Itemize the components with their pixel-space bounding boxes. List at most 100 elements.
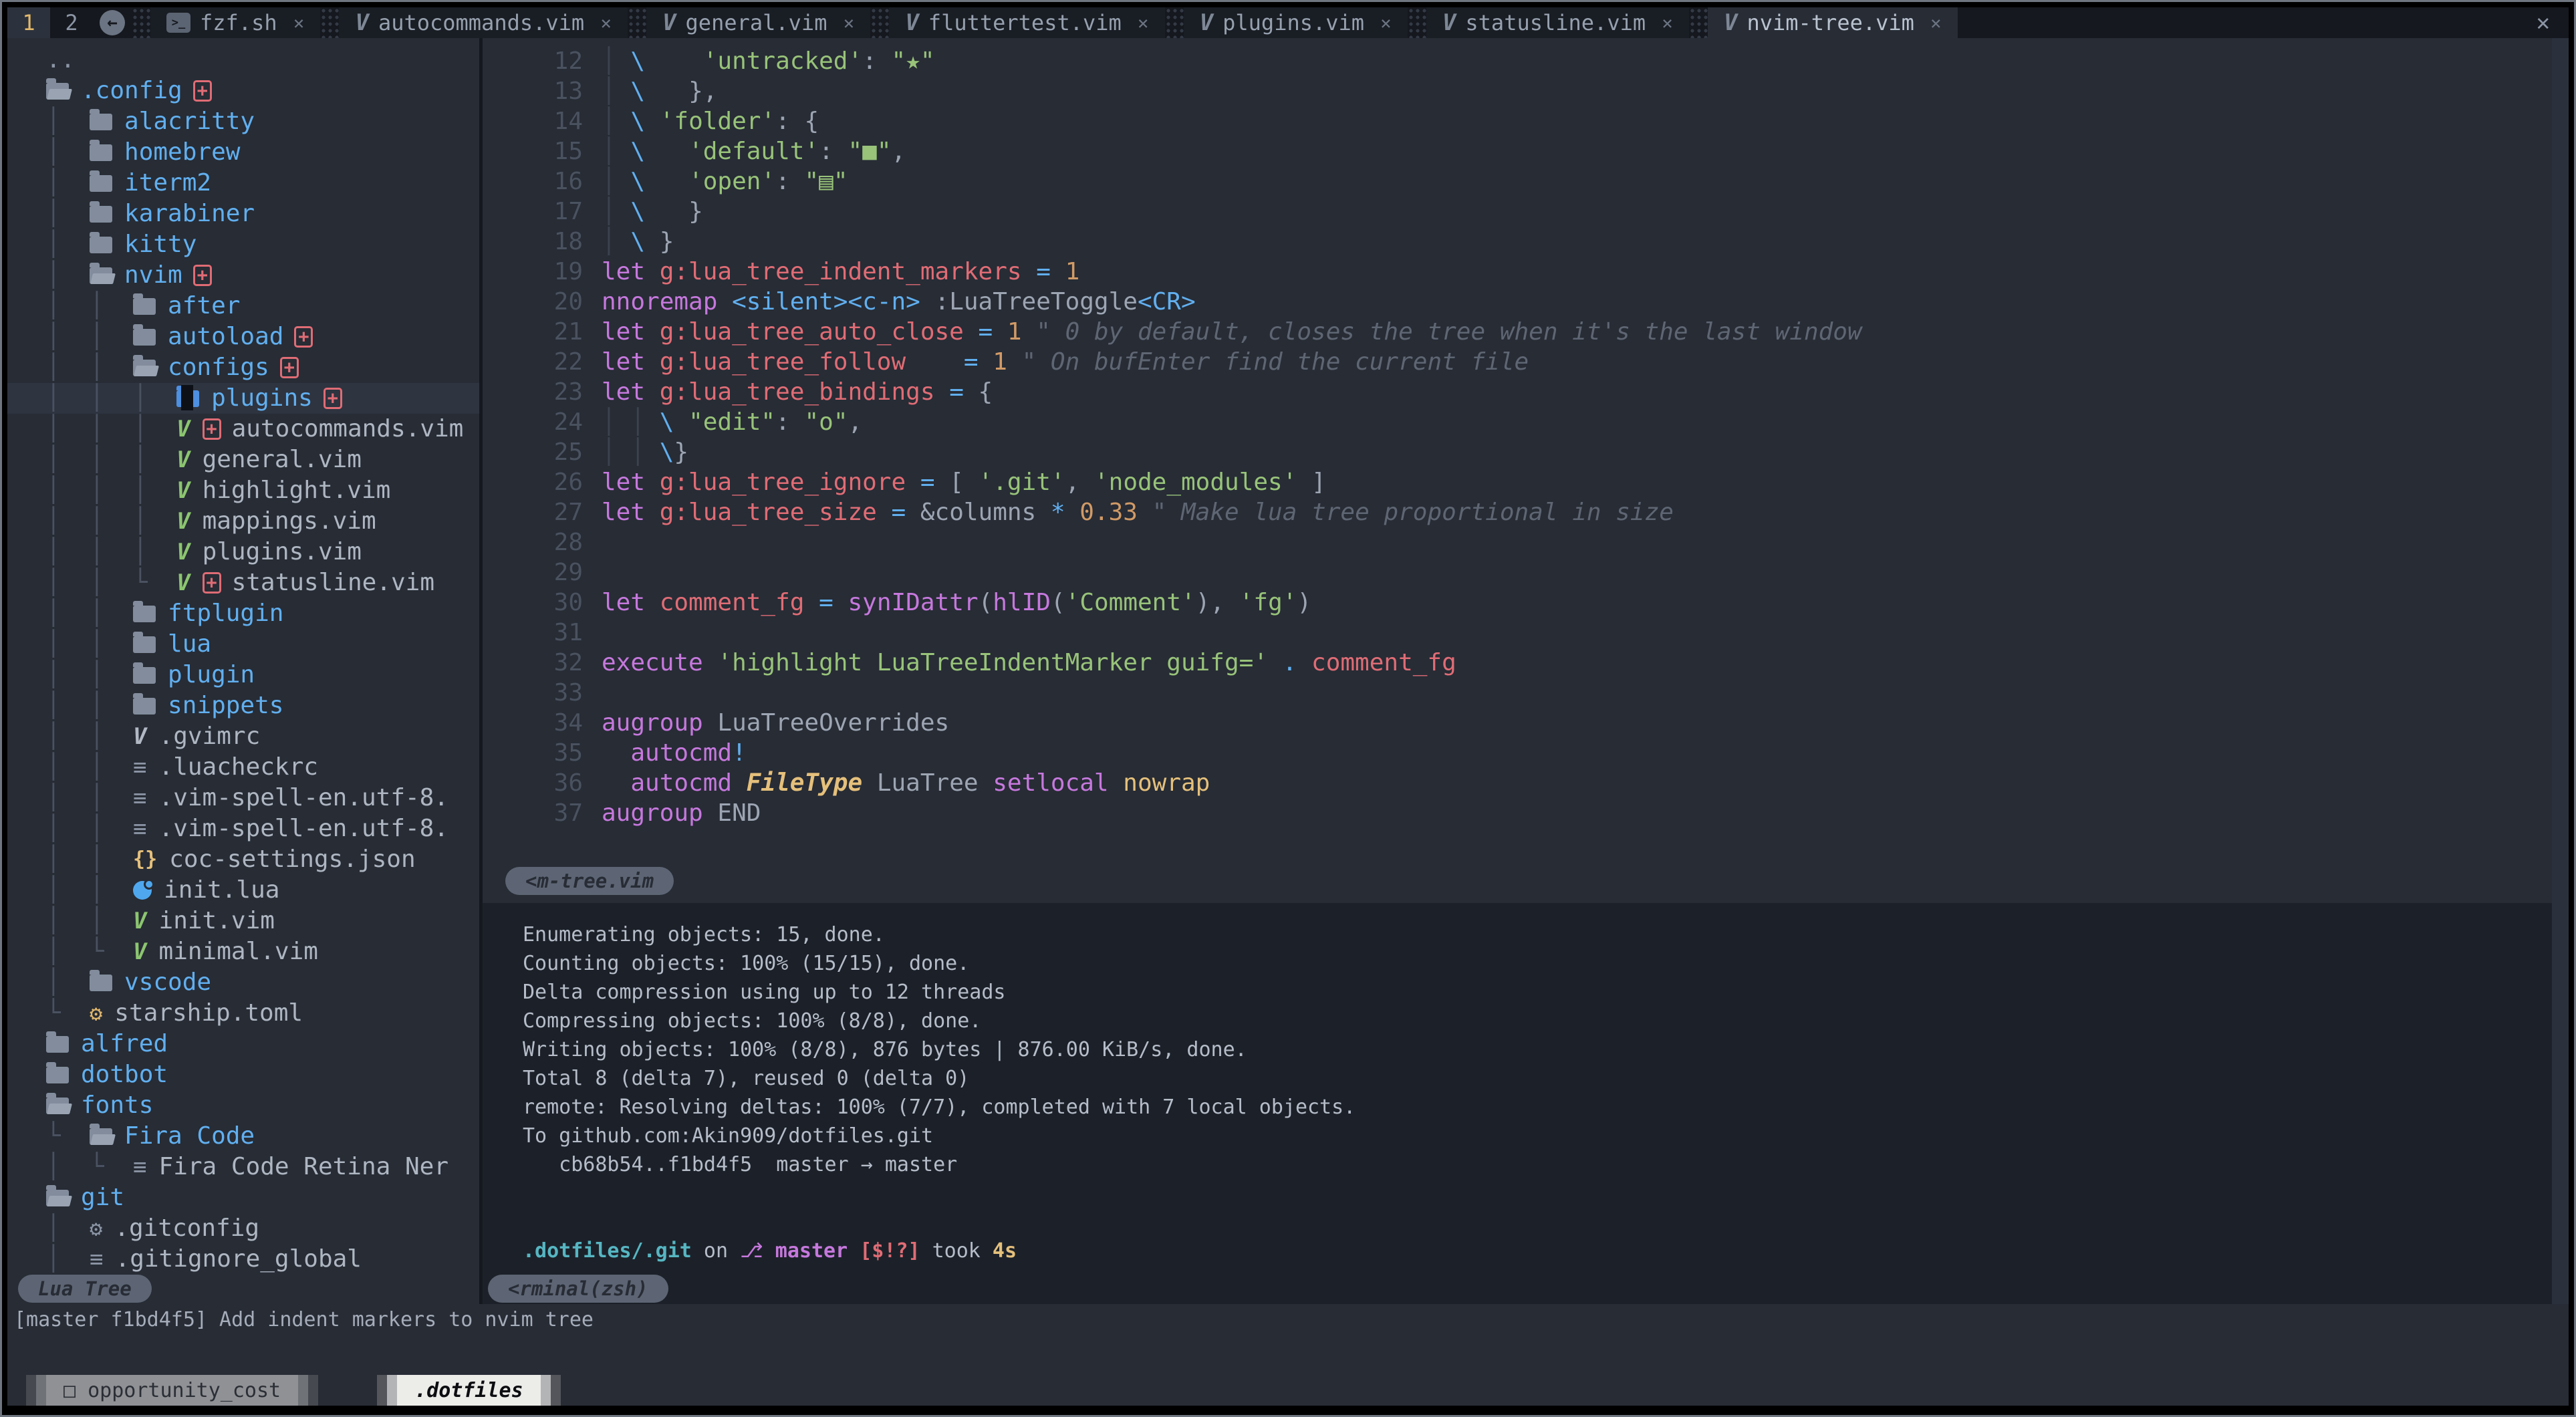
session-indicator-2[interactable]: 2 xyxy=(50,7,93,38)
code-line: 29 xyxy=(483,557,2552,588)
tree-indent-guides: │ │ └ xyxy=(46,567,176,598)
tree-item-highlight.vim[interactable]: │ │ │ Vhighlight.vim xyxy=(7,475,479,506)
code-editor[interactable]: 12│ \ 'untracked': "★"13│ \ },14│ \ 'fol… xyxy=(483,38,2552,882)
scrollbar-gutter[interactable] xyxy=(2552,38,2569,1304)
tree-item-.gvimrc[interactable]: │ │ V.gvimrc xyxy=(7,721,479,752)
tab-fzf.sh[interactable]: >_fzf.sh× xyxy=(150,7,320,38)
tree-item-coc-settings.json[interactable]: │ │ {}coc-settings.json xyxy=(7,844,479,875)
git-unstaged-icon: + xyxy=(203,418,221,440)
tmux-window-label: .dotfiles xyxy=(397,1375,541,1406)
config-file-icon: ⚙ xyxy=(90,1213,102,1244)
tree-item-general.vim[interactable]: │ │ │ Vgeneral.vim xyxy=(7,444,479,475)
tree-indent-guides: │ │ xyxy=(46,844,133,875)
tree-item-plugins.vim[interactable]: │ │ │ Vplugins.vim xyxy=(7,537,479,567)
code-line: 28 xyxy=(483,527,2552,557)
tree-item-vscode[interactable]: │ vscode xyxy=(7,967,479,998)
tree-item-init.lua[interactable]: │ │ init.lua xyxy=(7,875,479,906)
editor-column: 12│ \ 'untracked': "★"13│ \ },14│ \ 'fol… xyxy=(483,38,2552,1304)
tab-close-icon[interactable]: × xyxy=(600,12,612,34)
tree-item-nvim[interactable]: │ nvim+ xyxy=(7,260,479,291)
tree-indent-guides: │ │ xyxy=(46,321,133,352)
tree-item-..[interactable]: .. xyxy=(7,45,479,76)
folder-icon xyxy=(133,606,156,622)
tree-item-.config[interactable]: .config+ xyxy=(7,76,479,106)
code-line: 20nnoremap <silent><c-n> :LuaTreeToggle<… xyxy=(483,287,2552,317)
tree-item-starship.toml[interactable]: └ ⚙starship.toml xyxy=(7,998,479,1029)
tab-close-icon[interactable]: × xyxy=(293,12,305,34)
tab-close-icon[interactable]: × xyxy=(1380,12,1392,34)
code-line: 31 xyxy=(483,618,2552,648)
tree-item-git[interactable]: git xyxy=(7,1182,479,1213)
tree-item-label: init.lua xyxy=(164,875,279,906)
tree-indent-guides: │ xyxy=(46,229,90,260)
tree-item-Fira Code Retina Ner[interactable]: │ └ ≡Fira Code Retina Ner xyxy=(7,1152,479,1182)
tab-close-icon[interactable]: × xyxy=(1662,12,1673,34)
line-number: 17 xyxy=(483,197,602,227)
tab-close-icon[interactable]: × xyxy=(1138,12,1149,34)
tab-general.vim[interactable]: Vgeneral.vim× xyxy=(646,7,870,38)
tmux-window--dotfiles[interactable]: .dotfiles xyxy=(377,1375,561,1406)
code-line: 18│ \ } xyxy=(483,227,2552,257)
tree-item-label: starship.toml xyxy=(114,998,303,1029)
code-line: 24│ │ \ "edit": "o", xyxy=(483,407,2552,437)
tree-item-minimal.vim[interactable]: │ └ Vminimal.vim xyxy=(7,936,479,967)
tree-item-label: git xyxy=(81,1182,124,1213)
line-number: 15 xyxy=(483,136,602,166)
tree-item-mappings.vim[interactable]: │ │ │ Vmappings.vim xyxy=(7,506,479,537)
code-text: let g:lua_tree_ignore = [ '.git', 'node_… xyxy=(602,467,1326,497)
tree-indent-guides: │ xyxy=(46,137,90,168)
tree-item-.gitignore_global[interactable]: │ ≡.gitignore_global xyxy=(7,1244,479,1275)
tree-item-statusline.vim[interactable]: │ │ └ V+statusline.vim xyxy=(7,567,479,598)
tree-item-plugin[interactable]: │ │ plugin xyxy=(7,660,479,690)
tree-item-autoload[interactable]: │ │ autoload+ xyxy=(7,321,479,352)
tree-item-.vim-spell-en.utf-8.[interactable]: │ │ ≡.vim-spell-en.utf-8. xyxy=(7,813,479,844)
code-text: autocmd FileType LuaTree setlocal nowrap xyxy=(602,768,1210,798)
tree-item-kitty[interactable]: │ kitty xyxy=(7,229,479,260)
folder-icon xyxy=(90,975,112,991)
tree-item-karabiner[interactable]: │ karabiner xyxy=(7,199,479,229)
tree-item-autocommands.vim[interactable]: │ │ │ V+autocommands.vim xyxy=(7,414,479,444)
tmux-window--opportunity_cost[interactable]: □ opportunity_cost xyxy=(26,1375,318,1406)
code-line: 14│ \ 'folder': { xyxy=(483,106,2552,136)
code-text: let g:lua_tree_bindings = { xyxy=(602,377,993,407)
folder-icon xyxy=(90,237,112,253)
tree-item-label: coc-settings.json xyxy=(169,844,415,875)
tree-item-after[interactable]: │ │ after xyxy=(7,291,479,321)
code-line: 22let g:lua_tree_follow = 1 " On bufEnte… xyxy=(483,347,2552,377)
tree-item-configs[interactable]: │ │ configs+ xyxy=(7,352,479,383)
tab-close-icon[interactable]: × xyxy=(1930,12,1942,34)
terminal-split[interactable]: Enumerating objects: 15, done.Counting o… xyxy=(483,903,2552,1304)
tree-item-alfred[interactable]: alfred xyxy=(7,1029,479,1059)
tab-statusline.vim[interactable]: Vstatusline.vim× xyxy=(1426,7,1689,38)
tree-item-.vim-spell-en.utf-8.[interactable]: │ │ ≡.vim-spell-en.utf-8. xyxy=(7,783,479,813)
tree-indent-guides: └ xyxy=(46,998,90,1029)
tree-item-label: .vim-spell-en.utf-8. xyxy=(159,783,448,813)
tree-item-.gitconfig[interactable]: │ ⚙.gitconfig xyxy=(7,1213,479,1244)
tree-item-dotbot[interactable]: dotbot xyxy=(7,1059,479,1090)
tree-item-label: autoload xyxy=(168,321,283,352)
tab-nvim-tree.vim[interactable]: Vnvim-tree.vim× xyxy=(1708,7,1958,38)
tree-item-init.vim[interactable]: │ │ Vinit.vim xyxy=(7,906,479,936)
tree-item-alacritty[interactable]: │ alacritty xyxy=(7,106,479,137)
tab-close-icon[interactable]: × xyxy=(843,12,854,34)
tab-fluttertest.vim[interactable]: Vfluttertest.vim× xyxy=(889,7,1164,38)
close-all-icon[interactable]: ✕ xyxy=(2518,7,2569,38)
line-number: 25 xyxy=(483,437,602,467)
tab-plugins.vim[interactable]: Vplugins.vim× xyxy=(1184,7,1408,38)
tree-item-plugins[interactable]: │ │ │ plugins+ xyxy=(7,383,479,414)
tree-item-label: Fira Code xyxy=(124,1121,255,1152)
tree-item-homebrew[interactable]: │ homebrew xyxy=(7,137,479,168)
tree-item-snippets[interactable]: │ │ snippets xyxy=(7,690,479,721)
tree-item-fonts[interactable]: fonts xyxy=(7,1090,479,1121)
tree-indent-guides: │ │ │ xyxy=(46,383,176,414)
tree-item-iterm2[interactable]: │ iterm2 xyxy=(7,168,479,199)
tree-indent-guides: │ └ xyxy=(46,1152,133,1182)
tab-autocommands.vim[interactable]: Vautocommands.vim× xyxy=(339,7,628,38)
tree-item-Fira Code[interactable]: └ Fira Code xyxy=(7,1121,479,1152)
back-arrow-icon[interactable]: ← xyxy=(100,10,125,35)
tree-item-ftplugin[interactable]: │ │ ftplugin xyxy=(7,598,479,629)
tree-item-.luacheckrc[interactable]: │ │ ≡.luacheckrc xyxy=(7,752,479,783)
terminal-window: 12 ← >_fzf.sh× Vautocommands.vim× Vgeneral.v… xyxy=(0,0,2576,1417)
tree-item-lua[interactable]: │ │ lua xyxy=(7,629,479,660)
session-indicator-1[interactable]: 1 xyxy=(7,7,50,38)
